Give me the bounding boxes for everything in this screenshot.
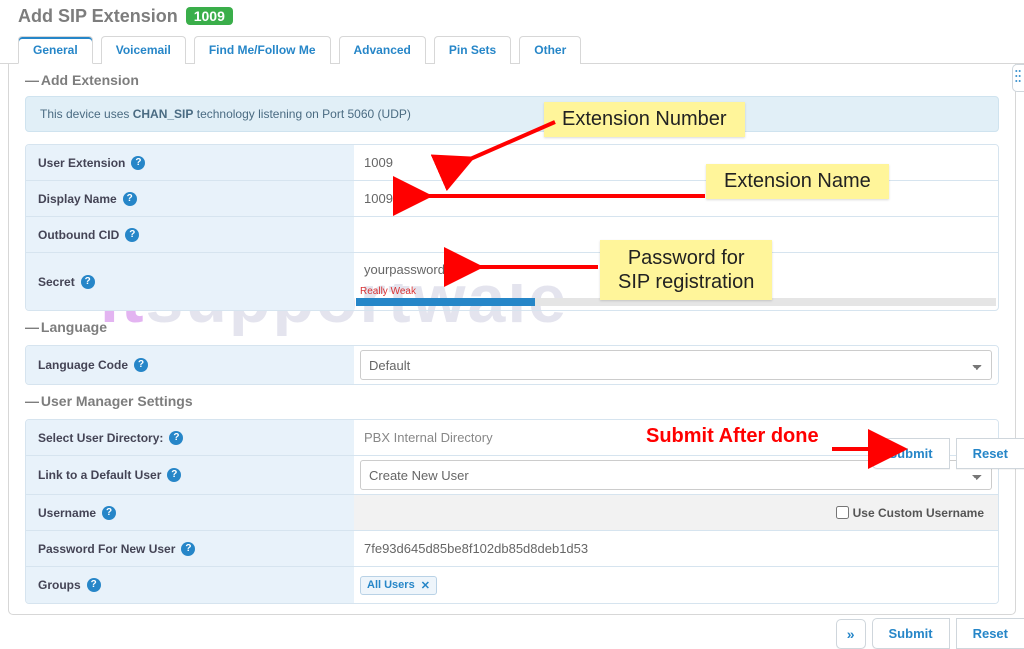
use-custom-username-label: Use Custom Username bbox=[853, 506, 984, 520]
label-user-extension-text: User Extension bbox=[38, 156, 125, 170]
input-wrap-password bbox=[354, 531, 998, 566]
label-display-name-text: Display Name bbox=[38, 192, 117, 206]
chansip-banner: This device uses CHAN_SIP technology lis… bbox=[25, 96, 999, 132]
main-panel: Add Extension This device uses CHAN_SIP … bbox=[8, 64, 1016, 615]
username-input bbox=[360, 500, 832, 525]
group-chip-label: All Users bbox=[367, 579, 415, 591]
input-wrap-groups[interactable]: All Users ✕ bbox=[354, 567, 998, 603]
annotation-extension-name: Extension Name bbox=[706, 164, 889, 199]
submit-button[interactable]: Submit bbox=[872, 438, 950, 469]
input-wrap-username: Use Custom Username bbox=[354, 495, 998, 530]
help-icon[interactable]: ? bbox=[87, 578, 101, 592]
annotation-extension-number: Extension Number bbox=[544, 102, 745, 137]
tab-general-label: General bbox=[33, 43, 78, 57]
help-icon[interactable]: ? bbox=[125, 228, 139, 242]
help-icon[interactable]: ? bbox=[131, 156, 145, 170]
tab-other-label: Other bbox=[534, 43, 566, 57]
label-language-code: Language Code ? bbox=[26, 346, 354, 384]
section-usermanager-title: User Manager Settings bbox=[9, 385, 1015, 415]
help-icon[interactable]: ? bbox=[167, 468, 181, 482]
help-icon[interactable]: ? bbox=[81, 275, 95, 289]
collapse-button[interactable]: » bbox=[836, 619, 866, 649]
strength-fill bbox=[356, 298, 535, 306]
language-code-select[interactable]: Default bbox=[360, 350, 992, 380]
row-password-new-user: Password For New User ? bbox=[26, 531, 998, 567]
tab-voicemail[interactable]: Voicemail bbox=[101, 36, 186, 64]
label-secret-text: Secret bbox=[38, 275, 75, 289]
label-username-text: Username bbox=[38, 506, 96, 520]
tabs: General Voicemail Find Me/Follow Me Adva… bbox=[0, 31, 1024, 64]
row-link-default-user: Link to a Default User ? Create New User bbox=[26, 456, 998, 495]
label-password-text: Password For New User bbox=[38, 542, 175, 556]
label-groups-text: Groups bbox=[38, 578, 81, 592]
tab-findme[interactable]: Find Me/Follow Me bbox=[194, 36, 331, 64]
label-user-extension: User Extension ? bbox=[26, 145, 354, 180]
remove-chip-icon[interactable]: ✕ bbox=[421, 579, 430, 592]
tab-other[interactable]: Other bbox=[519, 36, 581, 64]
row-outbound-cid: Outbound CID ? bbox=[26, 217, 998, 253]
usermanager-form: Select User Directory: ? Link to a Defau… bbox=[25, 419, 999, 604]
label-link-text: Link to a Default User bbox=[38, 468, 161, 482]
label-directory-text: Select User Directory: bbox=[38, 431, 163, 445]
group-chip-allusers[interactable]: All Users ✕ bbox=[360, 576, 437, 595]
help-icon[interactable]: ? bbox=[123, 192, 137, 206]
extension-badge: 1009 bbox=[186, 7, 233, 25]
tab-general[interactable]: General bbox=[18, 36, 93, 64]
label-secret: Secret ? bbox=[26, 253, 354, 310]
input-wrap-language-code: Default bbox=[354, 346, 998, 384]
side-handle-button[interactable] bbox=[1012, 64, 1024, 92]
help-icon[interactable]: ? bbox=[169, 431, 183, 445]
input-wrap-display-name bbox=[354, 181, 998, 216]
user-extension-input[interactable] bbox=[360, 150, 992, 175]
annotation-sip-password: Password for SIP registration bbox=[600, 240, 772, 300]
help-icon[interactable]: ? bbox=[181, 542, 195, 556]
label-password-new-user: Password For New User ? bbox=[26, 531, 354, 566]
tab-advanced[interactable]: Advanced bbox=[339, 36, 426, 64]
tab-pinsets-label: Pin Sets bbox=[449, 43, 496, 57]
tab-pinsets[interactable]: Pin Sets bbox=[434, 36, 511, 64]
reset-button[interactable]: Reset bbox=[956, 438, 1024, 469]
row-secret: Secret ? Really Weak bbox=[26, 253, 998, 310]
input-wrap-user-extension bbox=[354, 145, 998, 180]
annotation-submit-after: Submit After done bbox=[646, 425, 819, 448]
page-title-text: Add SIP Extension bbox=[18, 6, 178, 26]
banner-suffix: technology listening on Port 5060 (UDP) bbox=[193, 107, 410, 121]
row-language-code: Language Code ? Default bbox=[26, 346, 998, 384]
action-bar-bottom: » Submit Reset bbox=[836, 618, 1024, 649]
label-language-code-text: Language Code bbox=[38, 358, 128, 372]
row-groups: Groups ? All Users ✕ bbox=[26, 567, 998, 603]
row-username: Username ? Use Custom Username bbox=[26, 495, 998, 531]
annotation-sip-password-l1: Password for bbox=[628, 247, 745, 269]
help-icon[interactable]: ? bbox=[134, 358, 148, 372]
tab-voicemail-label: Voicemail bbox=[116, 43, 171, 57]
password-new-user-input[interactable] bbox=[360, 536, 992, 561]
section-language-title: Language bbox=[9, 311, 1015, 341]
label-display-name: Display Name ? bbox=[26, 181, 354, 216]
tab-advanced-label: Advanced bbox=[354, 43, 411, 57]
submit-button-bottom[interactable]: Submit bbox=[872, 618, 950, 649]
row-directory: Select User Directory: ? bbox=[26, 420, 998, 456]
action-bar-top: Submit Reset bbox=[872, 438, 1024, 469]
use-custom-username-checkbox[interactable] bbox=[836, 506, 849, 519]
label-groups: Groups ? bbox=[26, 567, 354, 603]
page-title: Add SIP Extension 1009 bbox=[0, 0, 1024, 31]
reset-button-bottom[interactable]: Reset bbox=[956, 618, 1024, 649]
annotation-sip-password-l2: SIP registration bbox=[618, 271, 754, 293]
label-link-default-user: Link to a Default User ? bbox=[26, 456, 354, 494]
banner-bold: CHAN_SIP bbox=[133, 107, 194, 121]
label-outbound-cid-text: Outbound CID bbox=[38, 228, 119, 242]
use-custom-username-wrap[interactable]: Use Custom Username bbox=[832, 503, 992, 522]
label-outbound-cid: Outbound CID ? bbox=[26, 217, 354, 252]
tab-findme-label: Find Me/Follow Me bbox=[209, 43, 316, 57]
section-add-extension-title: Add Extension bbox=[9, 64, 1015, 94]
label-directory: Select User Directory: ? bbox=[26, 420, 354, 455]
help-icon[interactable]: ? bbox=[102, 506, 116, 520]
banner-prefix: This device uses bbox=[40, 107, 133, 121]
display-name-input[interactable] bbox=[360, 186, 992, 211]
label-username: Username ? bbox=[26, 495, 354, 530]
language-form: Language Code ? Default bbox=[25, 345, 999, 385]
